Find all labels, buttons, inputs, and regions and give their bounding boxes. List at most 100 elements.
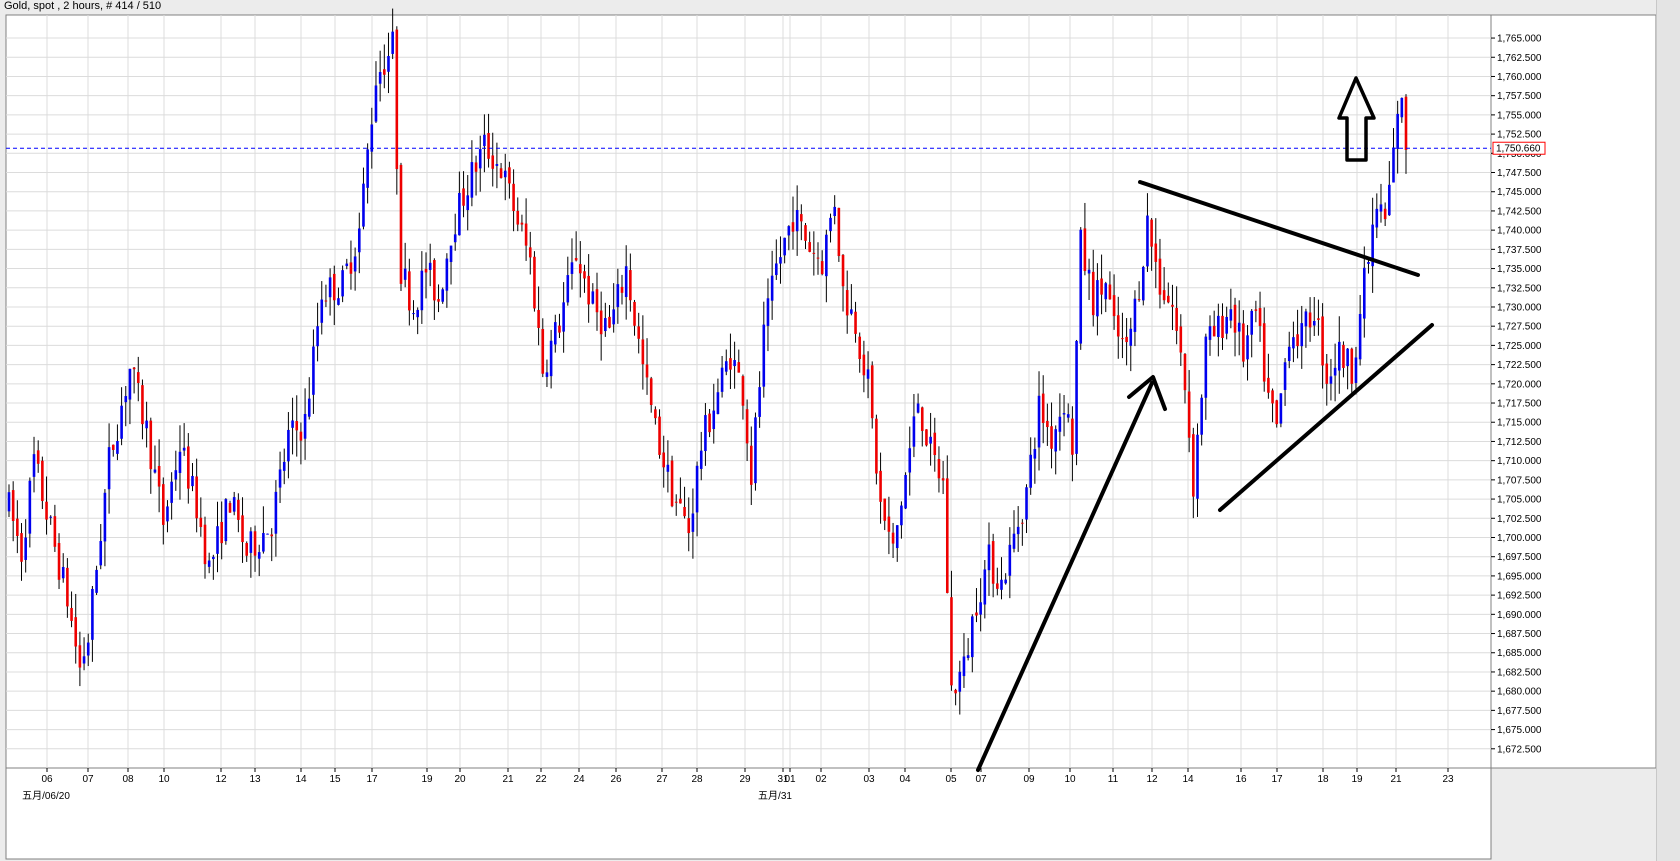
y-tick-label: 1,695.000 [1497,571,1542,582]
x-tick-label: 14 [295,774,307,785]
candle-body [996,583,999,589]
candle-body [800,214,803,222]
vertical-scrollbar[interactable] [1656,0,1680,861]
candle-body [1296,334,1299,347]
candle-body [1200,397,1203,435]
candle [399,162,403,291]
candle-body [979,602,982,615]
candle-body [416,309,419,318]
candle-body [1287,346,1291,362]
candle-body [641,339,645,365]
candle-body [553,322,557,345]
x-tick-label: 22 [535,774,547,785]
candle-body [408,271,411,311]
y-tick-label: 1,725.000 [1497,341,1542,352]
candle-body [1129,328,1133,346]
candle-body [620,286,624,293]
candle-body [1225,316,1228,334]
candle-body [1025,487,1028,520]
y-tick-label: 1,697.500 [1497,552,1542,563]
price-chart[interactable]: 1,672.500 1,675.000 1,677.500 1,680.000 1,68… [0,0,1656,861]
candle-body [579,264,582,274]
candle-body [1375,208,1379,228]
x-tick-label: 17 [1271,774,1283,785]
candle-body [524,223,528,246]
candle-body [36,450,40,464]
candle-body [266,533,269,535]
candle-body [1091,271,1095,316]
candle-body [1150,219,1153,247]
x-tick-label: 15 [329,774,341,785]
candle-body [971,616,974,658]
candle-body [1158,258,1162,295]
candle-body [1033,448,1037,459]
candle-body [399,164,403,284]
chart-window: Gold, spot , 2 hours, # 414 / 510 1,672.… [0,0,1680,861]
candle-body [816,257,820,259]
candle-body [587,275,590,305]
x-tick-label: 18 [1317,774,1329,785]
candle-body [1004,579,1007,584]
candle-body [391,31,394,54]
candle-body [203,524,207,565]
candle-body [362,183,365,227]
candle-body [912,416,916,447]
candle-body [1246,335,1249,360]
candle-body [712,410,716,430]
candle-body [1388,184,1391,216]
candle-body [724,361,728,372]
x-tick-label: 07 [975,774,987,785]
candle-body [1258,308,1262,326]
candle-body [508,167,511,184]
candle-body [366,149,369,188]
x-tick-label: 21 [502,774,514,785]
candle-body [1329,376,1333,384]
candle-body [241,515,244,543]
candle-body [245,543,248,556]
candle-body [854,311,857,334]
candle-body [262,533,265,552]
candle-body [695,465,699,513]
candle-body [41,460,44,502]
candle-body [562,302,565,332]
candle-body [916,403,920,413]
candle [266,533,269,535]
candle-body [1141,267,1145,301]
candle-body [1262,323,1266,382]
candle-body [161,484,165,525]
candle-body [637,326,640,339]
candle [670,455,674,508]
candle-body [1046,420,1049,428]
candle-body [428,262,432,270]
candle-body [191,475,194,487]
candle-body [683,506,686,517]
candle-body [1312,321,1316,326]
candle-body [328,277,332,298]
candle-body [1396,113,1399,150]
candle-body [349,262,353,274]
candle-body [633,301,636,326]
candle-body [149,420,153,470]
candle-body [950,597,953,686]
x-tick-label: 26 [610,774,622,785]
candle-body [904,474,907,509]
candle-body [1229,309,1233,321]
candle-body [491,155,495,169]
candle-body [1358,313,1362,360]
candle-body [595,289,599,313]
candle-body [303,414,307,439]
x-tick-label: 10 [1064,774,1076,785]
candle-body [1275,400,1279,425]
candle-body [441,289,444,302]
candle-body [107,447,111,490]
candle-body [1192,434,1195,497]
candle-body [954,689,957,694]
candle-body [850,309,853,314]
x-tick-label: 01 [784,774,796,785]
candle-body [1112,295,1116,317]
candle-body [312,346,315,395]
candle-body [282,461,286,471]
candle-body [91,588,94,640]
candle-body [212,556,215,560]
x-tick-label: 06 [41,774,53,785]
